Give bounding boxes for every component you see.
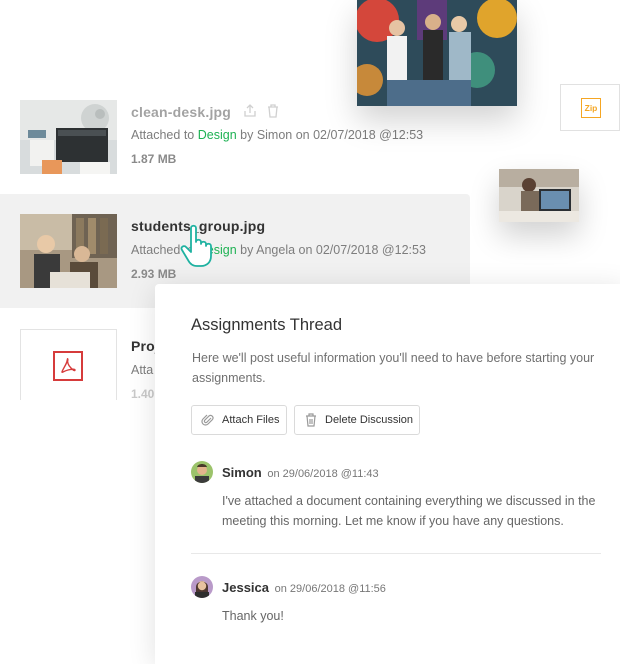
pdf-icon xyxy=(53,351,83,381)
delete-discussion-label: Delete Discussion xyxy=(325,414,414,426)
file-thumbnail-pdf xyxy=(20,329,117,400)
zip-icon: Zip xyxy=(581,98,601,118)
hand-cursor-icon xyxy=(178,222,218,273)
attach-files-label: Attach Files xyxy=(222,414,280,426)
file-size: 2.93 MB xyxy=(131,267,177,281)
attached-suffix: by Simon on 02/07/2018 @12:53 xyxy=(240,128,424,142)
zip-file-card[interactable]: Zip xyxy=(560,84,620,131)
attached-prefix: Attached to xyxy=(131,128,195,142)
file-size: 1.87 MB xyxy=(131,152,177,166)
comment-timestamp: on 29/06/2018 @11:43 xyxy=(267,468,379,480)
comment-text: Thank you! xyxy=(222,609,284,623)
trash-icon xyxy=(303,412,319,428)
file-attachment-info: Attached to Design by Angela on 02/07/20… xyxy=(131,243,426,257)
file-attachment-info: Atta xyxy=(131,363,154,377)
attach-files-button[interactable]: Attach Files xyxy=(191,405,287,435)
share-icon[interactable] xyxy=(243,104,257,123)
delete-discussion-button[interactable]: Delete Discussion xyxy=(294,405,420,435)
trash-icon[interactable] xyxy=(267,104,279,123)
preview-image-laptop[interactable] xyxy=(499,169,579,222)
project-tag-link[interactable]: Design xyxy=(198,128,237,142)
avatar-simon[interactable] xyxy=(191,461,213,483)
thread-title: Assignments Thread xyxy=(191,316,343,334)
file-thumbnail-clean-desk xyxy=(20,100,117,174)
preview-image-friends[interactable] xyxy=(357,0,517,106)
comment-author: Simon on 29/06/2018 @11:43 xyxy=(222,465,379,480)
file-size: 1.40 xyxy=(131,387,155,401)
author-name[interactable]: Jessica xyxy=(222,580,269,595)
zip-label: Zip xyxy=(584,103,598,113)
file-name[interactable]: clean-desk.jpg xyxy=(131,104,231,120)
author-name[interactable]: Simon xyxy=(222,465,262,480)
comment-text: I've attached a document containing ever… xyxy=(222,494,596,528)
comment-author: Jessica on 29/06/2018 @11:56 xyxy=(222,580,386,595)
paperclip-icon xyxy=(200,412,216,428)
thread-description: Here we'll post useful information you'l… xyxy=(192,351,595,385)
file-row-clean-desk[interactable]: clean-desk.jpg Attached to Design by Sim… xyxy=(0,92,470,206)
avatar-jessica[interactable] xyxy=(191,576,213,598)
assignments-thread-panel: Assignments Thread Here we'll post usefu… xyxy=(155,284,620,664)
file-thumbnail-students-group xyxy=(20,214,117,288)
comment-divider xyxy=(191,553,601,554)
comment-timestamp: on 29/06/2018 @11:56 xyxy=(274,583,386,595)
file-attachment-info: Attached to Design by Simon on 02/07/201… xyxy=(131,128,423,142)
attached-suffix: by Angela on 02/07/2018 @12:53 xyxy=(240,243,426,257)
